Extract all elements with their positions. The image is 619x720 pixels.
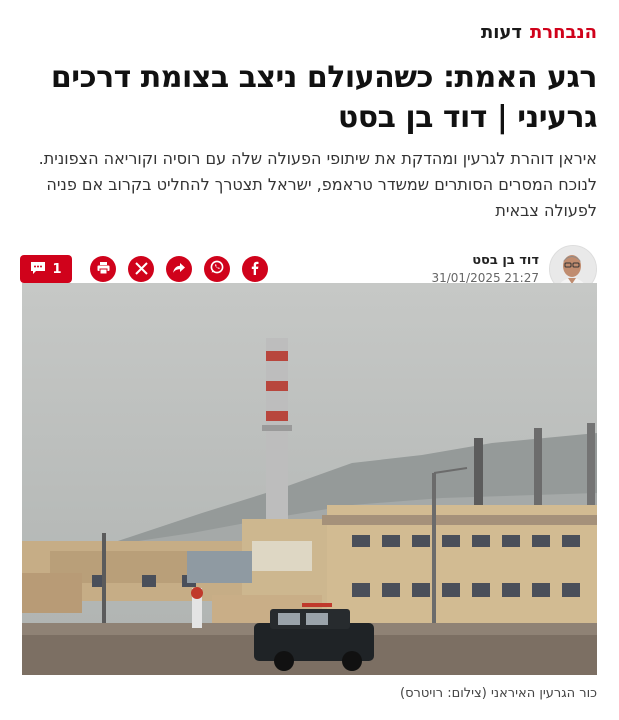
article-image[interactable] [22,283,597,675]
whatsapp-share-button[interactable] [204,256,230,282]
article-page: הנבחרת דעות רגע האמת: כשהעולם ניצב בצומת… [0,0,619,720]
facebook-icon [248,260,262,279]
share-icon [172,260,186,279]
article-title: רגע האמת: כשהעולם ניצב בצומת דרכים גרעינ… [50,60,598,135]
x-icon [134,260,148,279]
author-name[interactable]: דוד בן בסט [431,253,539,268]
comments-count: 1 [52,261,62,277]
print-icon [96,260,111,279]
native-share-button[interactable] [166,256,192,282]
share-actions: 1 [20,255,268,283]
article-lead: איראן דוהרת לגרעין ומהדקת את שיתופי הפעו… [38,149,597,220]
comments-button[interactable]: 1 [20,255,72,283]
section-label[interactable]: דעות [481,22,522,43]
section-header: הנבחרת דעות [20,0,597,58]
image-caption: כור הגרעין האיראני (צילום: רויטרס) [400,686,597,701]
comment-icon [30,260,46,279]
author-text: דוד בן בסט 31/01/2025 21:27 [431,253,539,285]
whatsapp-icon [209,259,225,279]
brand-label[interactable]: הנבחרת [530,22,597,43]
print-button[interactable] [90,256,116,282]
x-share-button[interactable] [128,256,154,282]
facebook-share-button[interactable] [242,256,268,282]
